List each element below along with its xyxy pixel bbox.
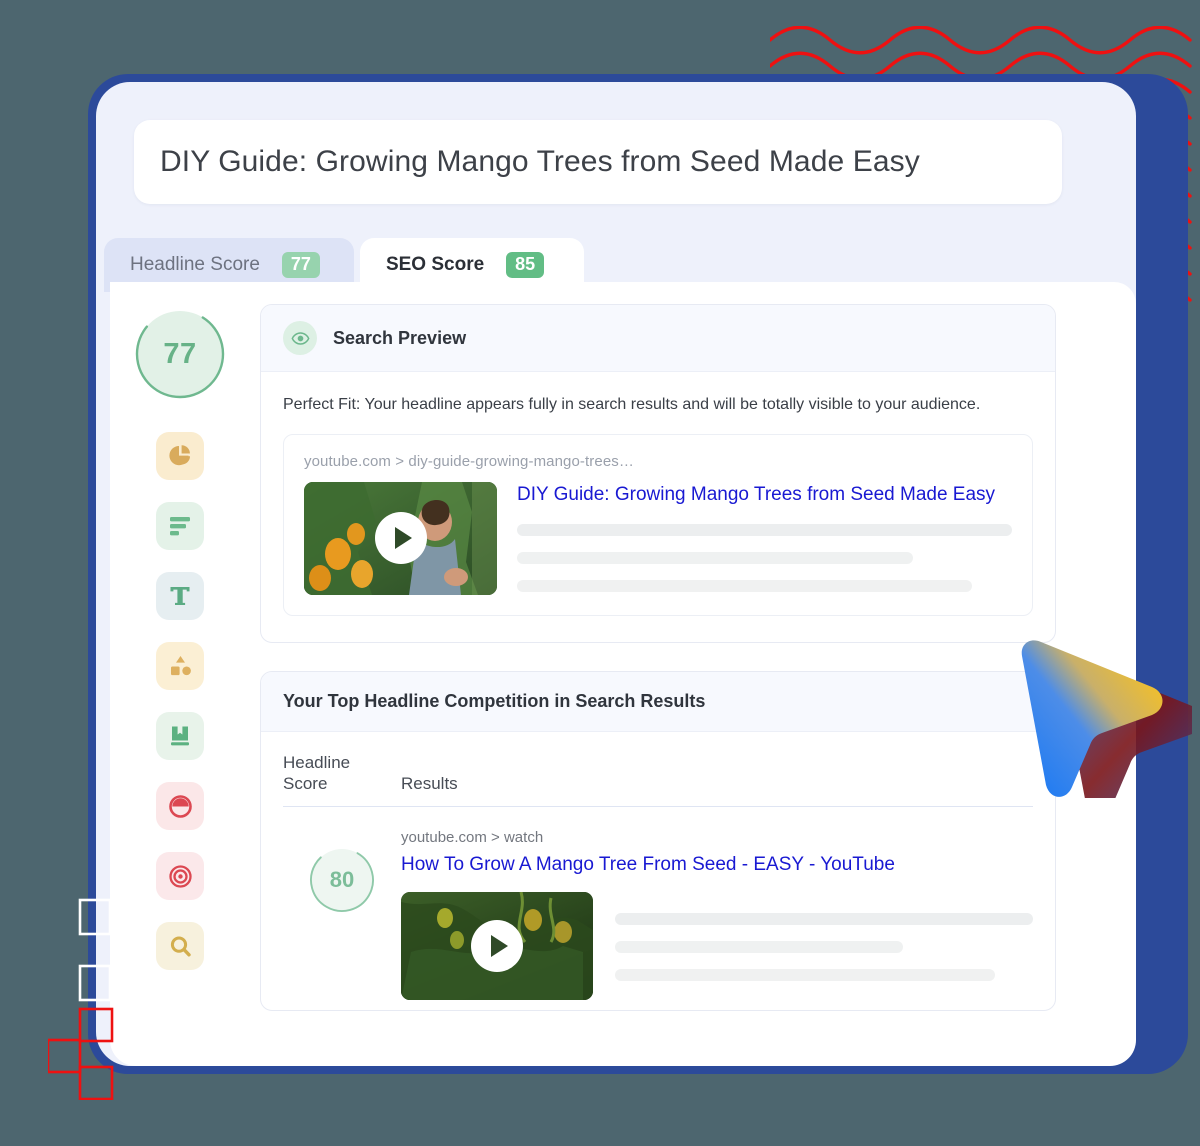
search-preview-title: Search Preview: [333, 327, 467, 348]
main-panel: 77 Search Preview Perfect Fit: Your head…: [110, 282, 1136, 1066]
column-header-score-line2: Score: [283, 773, 328, 793]
competitor-score-value: 80: [329, 867, 355, 893]
no-entry-icon[interactable]: [156, 782, 204, 830]
search-preview-body: Perfect Fit: Your headline appears fully…: [261, 372, 1055, 642]
overall-score-ring: 77: [134, 308, 226, 400]
tab-seo-score-badge: 85: [506, 251, 545, 279]
skeleton-line: [615, 969, 996, 982]
competition-card: Your Top Headline Competition in Search …: [260, 670, 1056, 1012]
search-icon[interactable]: [156, 922, 204, 970]
serp-thumbnail[interactable]: [304, 481, 497, 595]
sidebar-rail: 77: [110, 282, 250, 1066]
competitor-score-ring: 80: [309, 847, 375, 913]
competition-table: Headline Score Results 80 youtube.com > …: [261, 732, 1055, 1011]
skeleton-line: [517, 551, 913, 564]
tab-seo-score-label: SEO Score: [385, 254, 485, 275]
skeleton-line: [615, 941, 904, 954]
competition-title: Your Top Headline Competition in Search …: [283, 690, 706, 711]
text-lines-icon[interactable]: [156, 502, 204, 550]
competitor-title-link[interactable]: How To Grow A Mango Tree From Seed - EAS…: [401, 854, 1033, 876]
competitor-thumbnail[interactable]: [401, 892, 593, 1001]
headline-input[interactable]: DIY Guide: Growing Mango Trees from Seed…: [134, 120, 1062, 204]
tab-headline-score-label: Headline Score: [130, 254, 260, 275]
serp-title-link[interactable]: DIY Guide: Growing Mango Trees from Seed…: [517, 484, 1012, 506]
table-header-row: Headline Score Results: [283, 752, 1033, 807]
tab-headline-score-badge: 77: [281, 251, 320, 279]
table-row: 80 youtube.com > watch How To Grow A Man…: [283, 829, 1033, 1001]
search-preview-card: Search Preview Perfect Fit: Your headlin…: [260, 304, 1056, 643]
skeleton-line: [517, 579, 973, 592]
typography-icon[interactable]: [156, 572, 204, 620]
column-header-results: Results: [401, 773, 458, 793]
pie-chart-icon[interactable]: [156, 432, 204, 480]
play-icon: [374, 512, 427, 565]
eye-icon: [283, 321, 317, 355]
overall-score-value: 77: [163, 337, 197, 370]
headline-input-value: DIY Guide: Growing Mango Trees from Seed…: [160, 145, 920, 178]
search-preview-header: Search Preview: [261, 305, 1055, 372]
panel-content: Search Preview Perfect Fit: Your headlin…: [260, 304, 1136, 1066]
book-icon[interactable]: [156, 712, 204, 760]
shapes-icon[interactable]: [156, 642, 204, 690]
competitor-url: youtube.com > watch: [401, 829, 544, 847]
play-icon: [471, 920, 523, 973]
competition-header: Your Top Headline Competition in Search …: [261, 671, 1055, 732]
table-divider: [283, 806, 1033, 808]
serp-result: youtube.com > diy-guide-growing-mango-tr…: [283, 433, 1033, 616]
skeleton-line: [517, 523, 1012, 536]
fit-note: Perfect Fit: Your headline appears fully…: [283, 396, 981, 413]
skeleton-line: [615, 913, 1033, 926]
target-icon[interactable]: [156, 852, 204, 900]
serp-url: youtube.com > diy-guide-growing-mango-tr…: [304, 452, 634, 470]
column-header-score-line1: Headline: [283, 752, 351, 772]
